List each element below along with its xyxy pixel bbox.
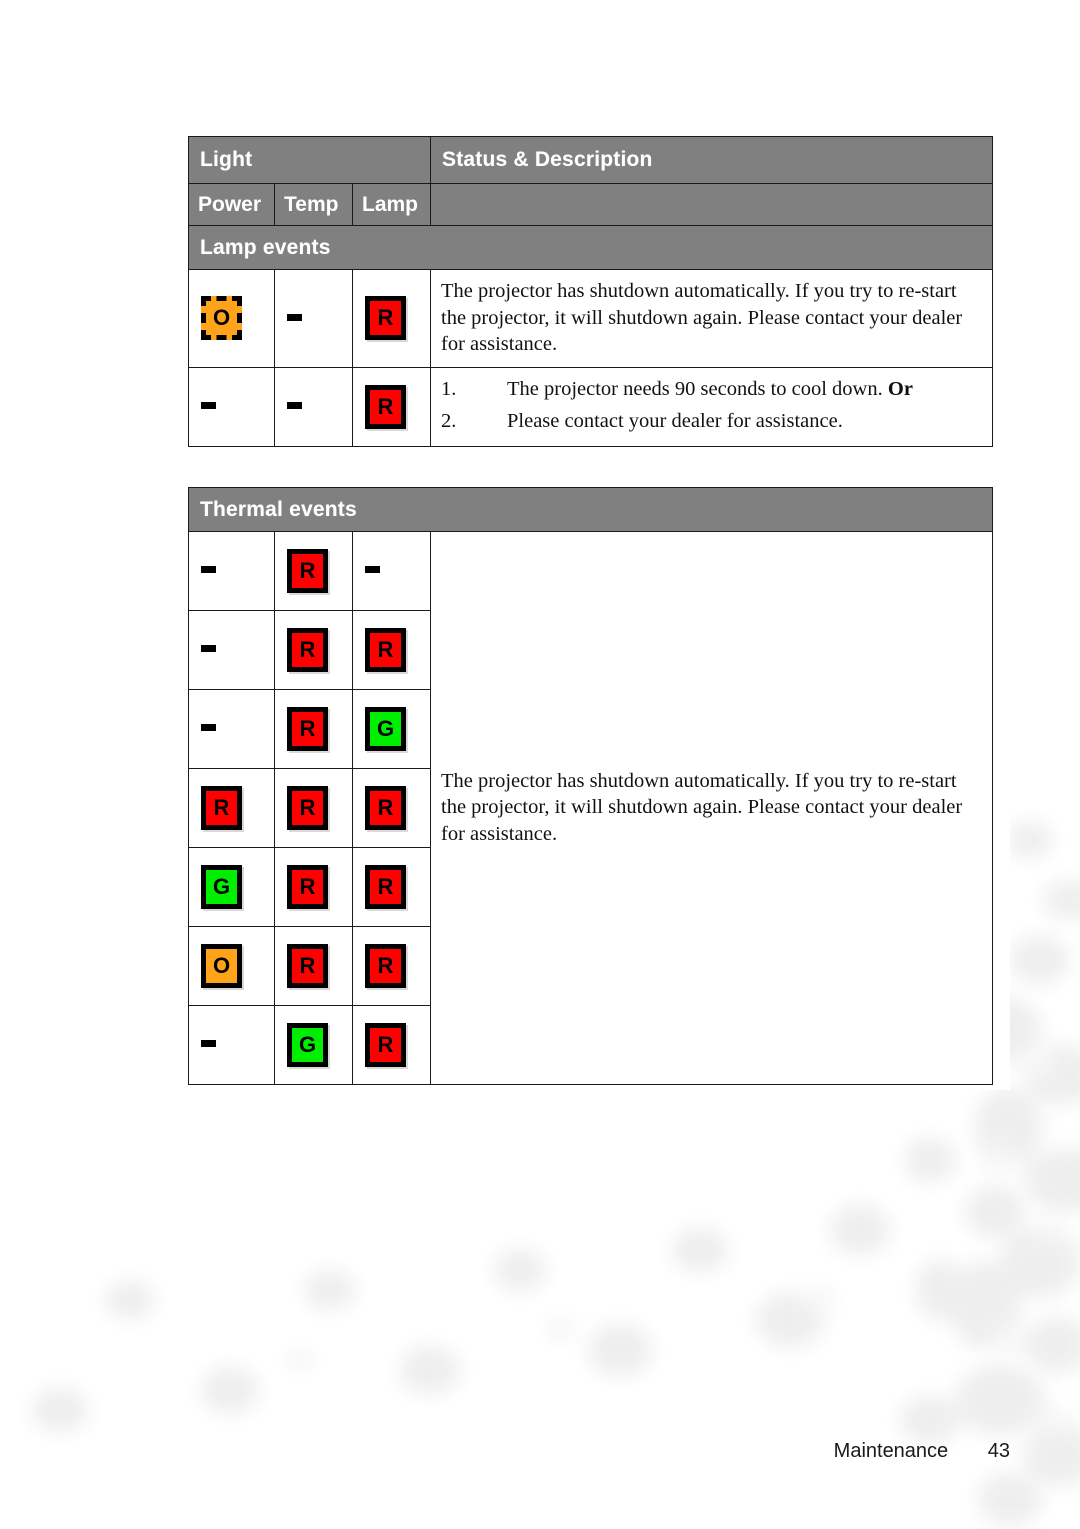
cell-lamp-indicator: R <box>352 926 431 1006</box>
cell-temp-indicator <box>274 269 353 368</box>
section-band-lamp-events: Lamp events <box>188 225 993 270</box>
table-row: R 1. The projector needs 90 seconds to c… <box>188 366 993 447</box>
led-red-icon: R <box>365 384 406 429</box>
cell-power-indicator: G <box>188 847 275 927</box>
list-item-emphasis: Or <box>887 377 913 400</box>
cell-lamp-indicator: R <box>352 768 431 848</box>
cell-temp-indicator: R <box>274 689 353 769</box>
page-footer: Maintenance 43 <box>0 1440 1010 1463</box>
led-red-icon: R <box>365 865 406 909</box>
table-header-row-light: Light Status & Description <box>188 136 993 184</box>
led-red-icon: R <box>287 865 328 909</box>
led-off-dash-icon <box>201 566 216 574</box>
cell-temp-indicator: G <box>274 1005 353 1085</box>
cell-lamp-indicator: G <box>352 689 431 769</box>
led-orange-blinking-icon: O <box>201 296 242 341</box>
cell-temp-indicator <box>274 366 353 447</box>
cell-power-indicator: O <box>188 926 275 1006</box>
led-red-icon: R <box>287 628 328 672</box>
section-band-thermal-events: Thermal events <box>188 487 993 532</box>
cell-temp-indicator: R <box>274 847 353 927</box>
led-off-dash-icon <box>201 645 216 653</box>
cell-lamp-indicator: R <box>352 1005 431 1085</box>
cell-power-indicator <box>188 689 275 769</box>
header-status-description: Status & Description <box>430 136 993 184</box>
cell-power-indicator <box>188 366 275 447</box>
led-red-icon: R <box>365 944 406 988</box>
list-item-number: 1. <box>441 377 457 400</box>
cell-temp-indicator: R <box>274 926 353 1006</box>
list-item-number: 2. <box>441 409 457 432</box>
cell-temp-indicator: R <box>274 610 353 690</box>
cell-power-indicator <box>188 1005 275 1085</box>
list-item: 2. Please contact your dealer for assist… <box>441 408 980 435</box>
led-green-icon: G <box>287 1023 328 1067</box>
list-item-text: The projector needs 90 seconds to cool d… <box>507 376 980 403</box>
section-title-thermal-events: Thermal events <box>188 487 993 532</box>
cell-power-indicator: O <box>188 269 275 368</box>
table-header-row-columns: Power Temp Lamp <box>188 183 993 226</box>
cell-lamp-indicator: R <box>352 610 431 690</box>
led-red-icon: R <box>287 707 328 751</box>
list-item: 1. The projector needs 90 seconds to coo… <box>441 376 980 403</box>
led-off-dash-icon <box>201 724 216 732</box>
list-item-body: The projector needs 90 seconds to cool d… <box>507 377 888 400</box>
table-row: R The projector has shutdown automatical… <box>188 531 993 1085</box>
led-red-icon: R <box>365 1023 406 1067</box>
cell-lamp-indicator <box>352 531 431 611</box>
led-red-icon: R <box>365 296 406 341</box>
led-red-icon: R <box>287 786 328 830</box>
cell-power-indicator <box>188 610 275 690</box>
thermal-events-table: Thermal events R The projector has shutd… <box>188 487 993 1085</box>
lamp-events-table: Light Status & Description Power Temp La… <box>188 136 993 447</box>
header-spacer <box>430 183 993 226</box>
table-row: O R The projector has shutdown automatic… <box>188 269 993 368</box>
header-lamp: Lamp <box>352 183 431 226</box>
cell-temp-indicator: R <box>274 531 353 611</box>
led-green-icon: G <box>201 865 242 909</box>
led-orange-icon: O <box>201 944 242 988</box>
led-off-dash-icon <box>201 402 216 410</box>
led-red-icon: R <box>201 786 242 830</box>
header-temp: Temp <box>274 183 353 226</box>
cell-power-indicator <box>188 531 275 611</box>
led-off-dash-icon <box>287 313 302 321</box>
cell-lamp-indicator: R <box>352 269 431 368</box>
cell-temp-indicator: R <box>274 768 353 848</box>
led-off-dash-icon <box>365 566 380 574</box>
list-item-text: Please contact your dealer for assistanc… <box>507 409 843 432</box>
cell-lamp-indicator: R <box>352 847 431 927</box>
cell-description: The projector has shutdown automatically… <box>430 531 993 1085</box>
footer-section-name: Maintenance <box>833 1440 949 1462</box>
cell-power-indicator: R <box>188 768 275 848</box>
led-off-dash-icon <box>287 402 302 410</box>
header-power: Power <box>188 183 275 226</box>
led-green-icon: G <box>365 707 406 751</box>
led-red-icon: R <box>287 944 328 988</box>
cell-lamp-indicator: R <box>352 366 431 447</box>
document-page: Light Status & Description Power Temp La… <box>0 0 1080 1529</box>
footer-page-number: 43 <box>987 1440 1010 1462</box>
led-off-dash-icon <box>201 1040 216 1048</box>
led-red-icon: R <box>365 786 406 830</box>
section-title-lamp-events: Lamp events <box>188 225 993 270</box>
cell-description: The projector has shutdown automatically… <box>430 269 993 368</box>
header-light: Light <box>188 136 431 184</box>
led-red-icon: R <box>287 549 328 593</box>
led-red-icon: R <box>365 628 406 672</box>
cell-description-list: 1. The projector needs 90 seconds to coo… <box>430 366 993 447</box>
numbered-instruction-list: 1. The projector needs 90 seconds to coo… <box>441 376 980 434</box>
